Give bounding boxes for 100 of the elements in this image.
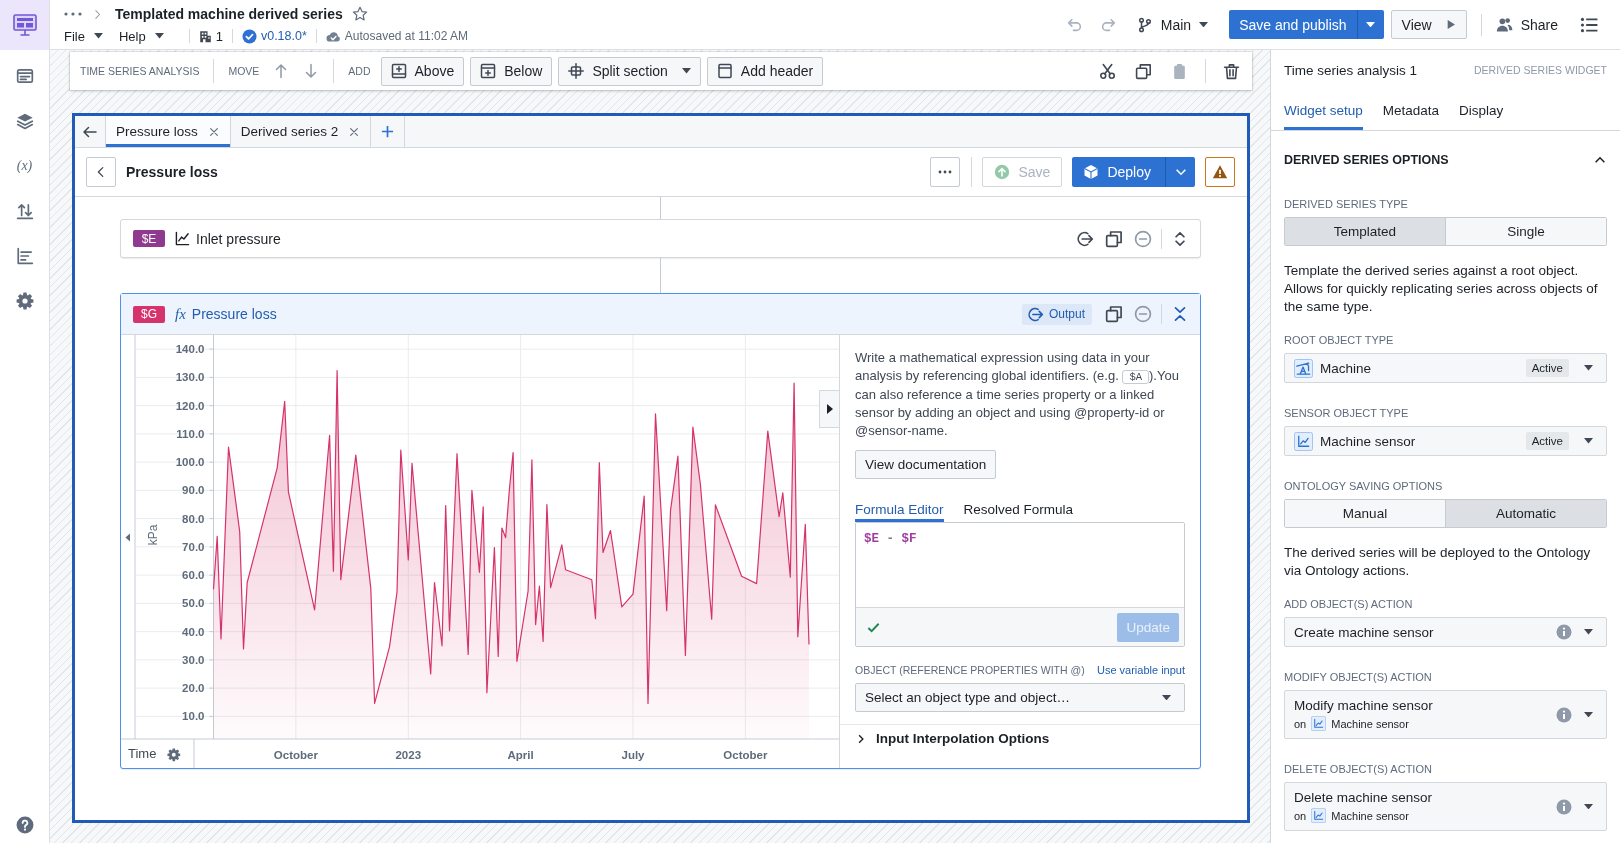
home-button[interactable] [0,0,49,50]
action-select[interactable]: Modify machine sensor on Machine sensor [1284,690,1607,739]
help-text: The derived series will be deployed to the Ontology via Ontology actions. [1284,544,1592,580]
connector-line [660,197,661,219]
caret-down-icon [93,33,103,39]
add-section-button[interactable]: Split section [558,56,701,86]
x-tick-label: October [723,749,768,761]
segment-option[interactable]: Manual [1285,500,1445,527]
help-icon[interactable] [15,816,34,834]
segment-option[interactable]: Single [1445,218,1606,245]
minus-circle-icon[interactable] [1134,229,1152,248]
y-tick-label: 20.0 [182,682,205,695]
close-icon[interactable] [207,125,220,138]
series-card[interactable]: $E Inlet pressure [120,219,1201,258]
segment-option[interactable]: Templated [1285,218,1445,245]
view-documentation-button[interactable]: View documentation [855,450,997,479]
deploy-menu-button[interactable] [1165,157,1195,187]
warning-icon [1212,164,1228,180]
branch-icon [1136,16,1153,33]
warning-button[interactable] [1205,157,1235,187]
series-name: Pressure loss [191,306,277,322]
version-link[interactable]: v0.18.0* [260,29,307,43]
action-select[interactable]: Create machine sensor [1284,617,1607,647]
up-down-arrows-icon[interactable] [15,202,34,220]
collapse-caret-icon[interactable] [125,533,130,542]
collaborator-count: 1 [215,28,223,44]
y-tick-label: 80.0 [182,512,205,525]
output-button[interactable]: Output [1021,303,1092,325]
panel-tab[interactable]: Widget setup [1284,90,1363,130]
panel-icon[interactable] [15,67,34,85]
caret-down-icon [1584,365,1593,371]
add-section-button[interactable]: Above [380,56,465,86]
series-name: Inlet pressure [196,230,281,247]
settings-icon[interactable] [15,292,34,310]
info-icon[interactable] [1556,624,1572,640]
y-tick-label: 90.0 [182,484,205,497]
copy-icon[interactable] [1135,62,1152,80]
x-axis-title: Time [128,746,157,761]
layers-icon[interactable] [15,112,34,130]
gear-icon[interactable] [167,748,181,762]
output-icon[interactable] [1076,229,1094,248]
object-select[interactable]: Select an object type and object… [855,683,1185,712]
chevron-right-icon [92,8,103,20]
add-section-button[interactable]: Add header [706,56,824,86]
function-symbol: fx [175,305,186,323]
variables-button[interactable]: (x) [16,157,33,175]
trash-icon[interactable] [1223,62,1240,80]
series-tab[interactable]: Pressure loss [106,116,231,147]
info-icon[interactable] [1556,706,1572,723]
x-tick-label: April [507,749,534,761]
formula-help-text: Write a mathematical expression using data in your analysis by referencing global identifiers. (e.g. $A ).You can also reference a time series property or a linked sensor by adding an object and using @property-id or @sensor-name. [855,349,1180,440]
scissors-icon[interactable] [1099,62,1116,80]
publish-menu-button[interactable] [1356,10,1384,39]
share-button[interactable]: Share [1495,16,1558,33]
save-and-publish-button[interactable]: Save and publish [1229,10,1357,39]
list-icon[interactable] [1580,15,1598,34]
expand-panel-button[interactable] [819,390,839,428]
insert-below-icon [480,63,497,79]
pump-jack-icon [1294,358,1313,378]
root-object-select[interactable]: Machine Active [1284,353,1607,383]
bar-chart-icon[interactable] [15,247,34,265]
line-chart-icon [1311,808,1327,823]
editor-tab[interactable]: Resolved Formula [963,496,1074,522]
deploy-button[interactable]: Deploy [1072,157,1165,187]
series-tab[interactable]: Derived series 2 [230,116,372,147]
field-label: ONTOLOGY SAVING OPTIONS [1284,479,1444,493]
copy-icon[interactable] [1105,305,1123,323]
minus-circle-icon[interactable] [1134,305,1152,323]
branch-selector[interactable]: Main [1136,16,1209,33]
star-icon[interactable] [351,6,368,22]
cube-icon [1083,164,1100,180]
panel-tab[interactable]: Display [1459,90,1504,130]
sensor-object-select[interactable]: Machine sensor Active [1284,426,1607,456]
use-variable-input-link[interactable]: Use variable input [1096,663,1185,676]
caret-down-icon [154,33,164,39]
split-icon [568,63,585,79]
editor-tab[interactable]: Formula Editor [855,496,944,522]
panel-tab[interactable]: Metadata [1382,90,1440,130]
insert-above-icon [390,63,407,79]
add-label: ADD [348,65,371,77]
menu-button[interactable]: Help [118,28,164,44]
add-section-button[interactable]: Below [470,56,553,86]
action-select[interactable]: Delete machine sensor on Machine sensor [1284,782,1607,831]
field-label: SENSOR OBJECT TYPE [1284,406,1410,420]
line-chart-icon [1294,431,1313,451]
close-icon[interactable] [348,125,361,138]
series-card[interactable] [120,293,1201,769]
segment-option[interactable]: Automatic [1445,500,1606,527]
caret-down-icon [681,68,691,74]
target-object-name: Machine sensor [1331,809,1409,822]
more-icon[interactable] [64,12,82,16]
interpolation-toggle[interactable]: Input Interpolation Options [855,731,1050,746]
menu-button[interactable]: File [64,28,103,44]
view-button[interactable]: View [1390,10,1467,39]
info-icon[interactable] [1556,798,1572,815]
copy-icon[interactable] [1105,229,1123,248]
y-tick-label: 70.0 [182,540,205,553]
x-tick-label: July [621,749,645,761]
add-tab-icon[interactable] [380,124,396,139]
field-label: ROOT OBJECT TYPE [1284,333,1395,347]
